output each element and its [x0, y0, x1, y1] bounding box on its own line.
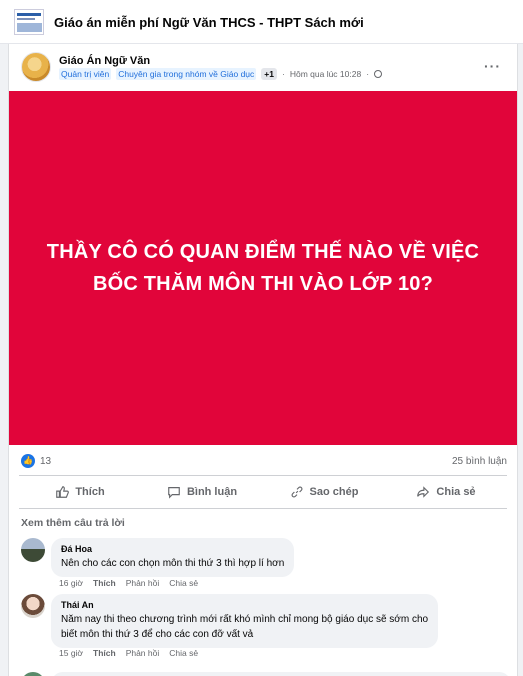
- comment-time[interactable]: 16 giờ: [59, 578, 83, 588]
- comment-text: Nên cho các con chọn môn thi thứ 3 thì h…: [61, 558, 285, 569]
- author-avatar[interactable]: [21, 52, 51, 82]
- copy-button[interactable]: Sao chép: [263, 476, 385, 508]
- comment-footer: 15 giờ Thích Phản hồi Chia sẻ: [59, 648, 198, 658]
- group-thumbnail[interactable]: [14, 9, 44, 35]
- comment-reply-button[interactable]: Phản hồi: [126, 578, 160, 588]
- reaction-count[interactable]: 13: [40, 456, 51, 467]
- post-card: Giáo Án Ngữ Văn Quản trị viên Chuyên gia…: [8, 44, 518, 676]
- copy-label: Sao chép: [309, 486, 359, 498]
- next-comment-bubble: [51, 672, 511, 676]
- comment-like-button[interactable]: Thích: [93, 578, 116, 588]
- commenter-avatar[interactable]: [21, 594, 45, 618]
- group-header: Giáo án miễn phí Ngữ Văn THCS - THPT Sác…: [0, 0, 523, 44]
- comment-like-button[interactable]: Thích: [93, 648, 116, 658]
- comment-bubble: Đá Hoa Nên cho các con chọn môn thi thứ …: [51, 538, 295, 577]
- link-icon: [291, 486, 302, 498]
- commenter-name[interactable]: Đá Hoa: [61, 544, 284, 554]
- extra-badges[interactable]: +1: [261, 68, 277, 80]
- comment-button[interactable]: Bình luận: [141, 476, 263, 508]
- comment-text-line: biết môn thi thứ 3 để cho các con đỡ vất…: [61, 629, 254, 640]
- post-stats: 👍 13 25 bình luận: [9, 448, 517, 474]
- comment-count[interactable]: 25 bình luận: [452, 456, 507, 467]
- group-title[interactable]: Giáo án miễn phí Ngữ Văn THCS - THPT Sác…: [54, 15, 364, 30]
- banner-line-2: BỐC THĂM MÔN THI VÀO LỚP 10?: [92, 273, 434, 295]
- comment-label: Bình luận: [186, 486, 238, 498]
- comment-time[interactable]: 15 giờ: [59, 648, 83, 658]
- like-button[interactable]: Thích: [19, 476, 141, 508]
- comment-bubble: Thái An Năm nay thi theo chương trình mớ…: [51, 594, 439, 648]
- commenter-name[interactable]: Thái An: [61, 600, 428, 610]
- comment-share-button[interactable]: Chia sẻ: [169, 648, 198, 658]
- admin-badge[interactable]: Quản trị viên: [59, 68, 112, 80]
- commenter-avatar[interactable]: [21, 538, 45, 562]
- more-options-button[interactable]: ···: [484, 58, 501, 74]
- comment-share-button[interactable]: Chia sẻ: [169, 578, 198, 588]
- comment-icon: [168, 487, 180, 499]
- post-banner[interactable]: THẦY CÔ CÓ QUAN ĐIỂM THẾ NÀO VỀ VIỆC BỐC…: [9, 91, 517, 445]
- expert-badge[interactable]: Chuyên gia trong nhóm về Giáo dục: [116, 68, 257, 80]
- banner-line-1: THẦY CÔ CÓ QUAN ĐIỂM THẾ NÀO VỀ VIỆC: [46, 241, 480, 263]
- comment-reply-button[interactable]: Phản hồi: [126, 648, 160, 658]
- comment-footer: 16 giờ Thích Phản hồi Chia sẻ: [59, 578, 198, 588]
- share-label: Chia sẻ: [436, 486, 476, 498]
- like-reaction-icon: 👍: [21, 454, 35, 468]
- view-more-replies[interactable]: Xem thêm câu trả lời: [21, 517, 125, 529]
- author-name[interactable]: Giáo Án Ngữ Văn: [59, 55, 150, 67]
- like-label: Thích: [75, 486, 105, 498]
- next-comment-avatar[interactable]: [21, 672, 45, 676]
- post-actions: Thích Bình luận Sao chép Chia sẻ: [19, 475, 507, 509]
- globe-icon: [374, 70, 383, 78]
- thumbs-up-icon: [56, 486, 70, 498]
- post-meta: Quản trị viên Chuyên gia trong nhóm về G…: [59, 68, 383, 80]
- comment-text-line: Năm nay thi theo chương trình mới rất kh…: [61, 614, 429, 625]
- share-icon: [417, 486, 430, 498]
- share-button[interactable]: Chia sẻ: [385, 476, 507, 508]
- post-time[interactable]: Hôm qua lúc 10:28: [290, 69, 361, 79]
